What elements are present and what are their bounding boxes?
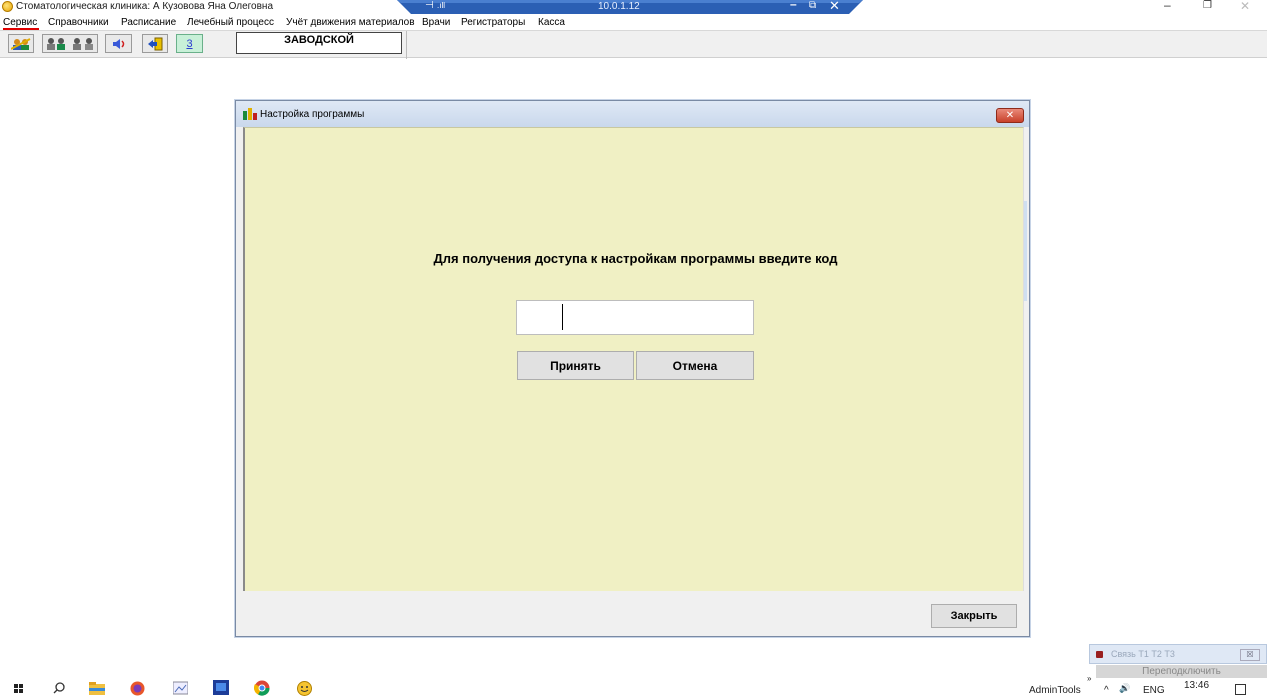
photos-app-icon[interactable] bbox=[173, 681, 188, 695]
text-caret bbox=[562, 304, 563, 330]
dialog-body: Для получения доступа к настройкам прогр… bbox=[243, 127, 1024, 591]
connection-icon bbox=[1096, 651, 1103, 658]
toolbar-doctors-button[interactable] bbox=[42, 34, 98, 53]
menu-service[interactable]: Сервис bbox=[3, 17, 37, 28]
menu-doctors[interactable]: Врачи bbox=[422, 17, 450, 28]
connection-titlebar: Связь Т1 Т2 Т3 ☒ bbox=[1089, 644, 1267, 664]
accept-button[interactable]: Принять bbox=[517, 351, 634, 380]
exit-door-icon bbox=[148, 37, 163, 50]
menu-cashier[interactable]: Касса bbox=[538, 17, 565, 28]
volume-icon[interactable]: 🔊 bbox=[1119, 683, 1130, 694]
firefox-icon[interactable] bbox=[130, 681, 145, 696]
access-code-input[interactable] bbox=[516, 300, 754, 335]
dialog-chart-icon bbox=[243, 108, 257, 120]
toolbar: 3 ЗАВОДСКОЙ bbox=[0, 30, 1267, 59]
app-smiley-icon bbox=[2, 1, 13, 12]
notification-center-icon[interactable] bbox=[1235, 684, 1246, 695]
rdp-host-address: 10.0.1.12 bbox=[598, 1, 640, 12]
windows-start-icon[interactable] bbox=[14, 684, 23, 693]
restore-button[interactable]: ❐ bbox=[1203, 0, 1212, 11]
cancel-button[interactable]: Отмена bbox=[636, 351, 754, 380]
connection-close-icon[interactable]: ☒ bbox=[1240, 649, 1260, 661]
menu-bar: Сервис Справочники Расписание Лечебный п… bbox=[0, 15, 1267, 30]
menu-references[interactable]: Справочники bbox=[48, 17, 109, 28]
dialog-close-icon[interactable]: ✕ bbox=[996, 108, 1024, 123]
window-title: Стоматологическая клиника: А Кузовова Ян… bbox=[16, 1, 274, 12]
minimize-button[interactable]: – bbox=[1164, 0, 1171, 12]
signal-icon: .ıll bbox=[437, 1, 445, 10]
menu-treatment[interactable]: Лечебный процесс bbox=[187, 17, 274, 28]
dialog-titlebar: Настройка программы ✕ bbox=[236, 101, 1029, 127]
admintools-toolbar-label[interactable]: AdminTools bbox=[1029, 685, 1081, 696]
toolbar-people-button[interactable] bbox=[8, 34, 34, 53]
reconnect-button[interactable]: Переподключить bbox=[1096, 665, 1267, 678]
search-icon[interactable] bbox=[53, 682, 65, 694]
access-code-prompt: Для получения доступа к настройкам прогр… bbox=[433, 251, 838, 266]
connection-title: Связь Т1 Т2 Т3 bbox=[1111, 649, 1175, 659]
branch-name: ЗАВОДСКОЙ bbox=[236, 32, 402, 54]
dialog-footer: Закрыть bbox=[243, 591, 1024, 636]
close-window-button[interactable]: ✕ bbox=[1240, 0, 1250, 13]
menu-schedule[interactable]: Расписание bbox=[121, 17, 176, 28]
rdp-close-button[interactable]: ✕ bbox=[829, 0, 840, 14]
file-explorer-icon[interactable] bbox=[89, 681, 105, 695]
language-indicator[interactable]: ENG bbox=[1143, 685, 1165, 696]
speaker-icon bbox=[112, 38, 124, 49]
doctors-icon bbox=[47, 37, 93, 50]
rdp-connection-bar: ⊣ .ıll 10.0.1.12 – ⧉ ✕ bbox=[397, 0, 863, 14]
dialog-edge-highlight bbox=[1024, 201, 1027, 301]
clinic-app-taskbar-icon[interactable] bbox=[297, 681, 312, 696]
menu-registrars[interactable]: Регистраторы bbox=[461, 17, 525, 28]
toolbar-sound-button[interactable] bbox=[105, 34, 132, 53]
close-dialog-button[interactable]: Закрыть bbox=[931, 604, 1017, 628]
rdp-minimize-button[interactable]: – bbox=[790, 0, 797, 11]
menu-materials[interactable]: Учёт движения материалов bbox=[286, 17, 415, 28]
remote-desktop-icon[interactable] bbox=[213, 680, 229, 695]
chrome-icon[interactable] bbox=[254, 680, 270, 696]
people-icon bbox=[11, 37, 31, 50]
pin-icon[interactable]: ⊣ bbox=[425, 0, 434, 11]
toolbar-exit-button[interactable] bbox=[142, 34, 168, 53]
rdp-restore-button[interactable]: ⧉ bbox=[809, 0, 816, 11]
show-hidden-icons-icon[interactable]: ^ bbox=[1104, 685, 1109, 696]
settings-dialog: Настройка программы ✕ Для получения дост… bbox=[235, 100, 1030, 637]
connection-window: Связь Т1 Т2 Т3 ☒ Переподключить bbox=[1089, 644, 1267, 678]
dialog-title: Настройка программы bbox=[260, 109, 365, 120]
toolbar-number-button[interactable]: 3 bbox=[176, 34, 203, 53]
toolbar-chevron-icon[interactable]: » bbox=[1087, 674, 1091, 683]
clock-time[interactable]: 13:46 bbox=[1184, 680, 1209, 691]
taskbar: AdminTools » ^ 🔊 ENG 13:46 bbox=[0, 674, 1267, 696]
toolbar-divider bbox=[406, 31, 407, 59]
